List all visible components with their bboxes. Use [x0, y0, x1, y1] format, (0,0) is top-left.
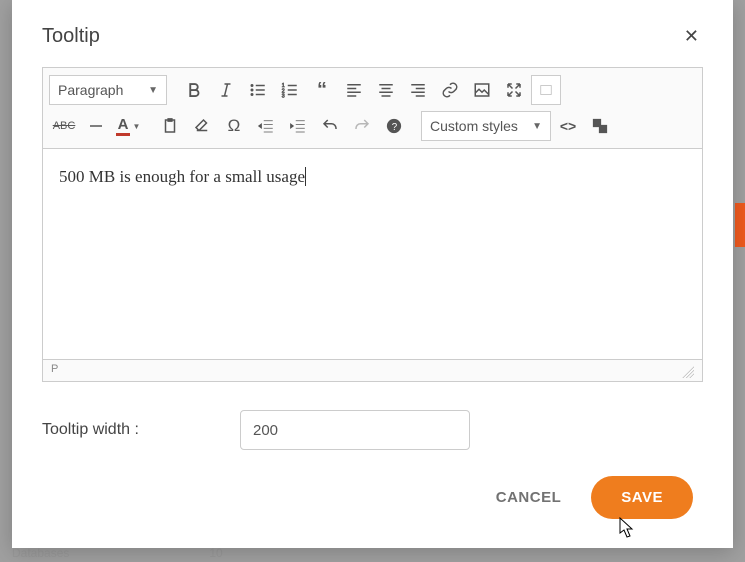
expand-icon	[505, 81, 523, 99]
close-icon: ✕	[684, 26, 699, 46]
omega-icon: Ω	[228, 116, 241, 136]
modal-body: Paragraph ▼ 123	[12, 67, 733, 450]
italic-button[interactable]	[211, 75, 241, 105]
align-left-button[interactable]	[339, 75, 369, 105]
unordered-list-button[interactable]	[243, 75, 273, 105]
editor-text: 500 MB is enough for a small usage	[59, 167, 305, 186]
source-button[interactable]: <>	[553, 111, 583, 141]
list-ol-icon: 123	[281, 81, 299, 99]
translate-button[interactable]	[585, 111, 615, 141]
image-icon	[473, 81, 491, 99]
redo-icon	[353, 117, 371, 135]
background-accent	[735, 203, 745, 247]
tooltip-width-input[interactable]	[240, 410, 470, 450]
hr-icon	[87, 117, 105, 135]
eraser-icon	[193, 117, 211, 135]
translate-icon	[591, 117, 609, 135]
close-button[interactable]: ✕	[680, 22, 703, 51]
outdent-button[interactable]	[251, 111, 281, 141]
chevron-down-icon: ▼	[532, 121, 542, 132]
chevron-down-icon: ▼	[132, 122, 140, 131]
list-ul-icon	[249, 81, 267, 99]
tooltip-width-label: Tooltip width :	[42, 421, 240, 439]
svg-text:?: ?	[392, 122, 398, 133]
format-select-label: Paragraph	[58, 82, 123, 98]
link-button[interactable]	[435, 75, 465, 105]
align-right-icon	[409, 81, 427, 99]
cancel-button[interactable]: CANCEL	[496, 489, 562, 506]
align-left-icon	[345, 81, 363, 99]
bold-icon	[185, 81, 203, 99]
strikethrough-button[interactable]: ABC	[49, 111, 79, 141]
background-row: Databases 10	[12, 546, 223, 560]
undo-button[interactable]	[315, 111, 345, 141]
save-button[interactable]: SAVE	[591, 476, 693, 519]
text-cursor	[305, 167, 306, 186]
tooltip-width-row: Tooltip width :	[42, 382, 703, 450]
styles-select[interactable]: Custom styles ▼	[421, 111, 551, 141]
indent-button[interactable]	[283, 111, 313, 141]
format-select[interactable]: Paragraph ▼	[49, 75, 167, 105]
indent-icon	[289, 117, 307, 135]
show-blocks-button[interactable]	[531, 75, 561, 105]
code-icon: <>	[560, 118, 576, 134]
svg-text:3: 3	[282, 94, 285, 100]
resize-handle[interactable]	[682, 366, 694, 378]
editor-content-area[interactable]: 500 MB is enough for a small usage	[43, 149, 702, 359]
styles-select-label: Custom styles	[430, 118, 518, 134]
paste-button[interactable]	[155, 111, 185, 141]
editor-toolbar: Paragraph ▼ 123	[43, 68, 702, 149]
horizontal-rule-button[interactable]	[81, 111, 111, 141]
image-button[interactable]	[467, 75, 497, 105]
mouse-pointer-icon	[617, 517, 635, 544]
chevron-down-icon: ▼	[148, 85, 158, 96]
undo-icon	[321, 117, 339, 135]
text-color-button[interactable]: A ▼	[113, 111, 143, 141]
align-center-button[interactable]	[371, 75, 401, 105]
outdent-icon	[257, 117, 275, 135]
ordered-list-button[interactable]: 123	[275, 75, 305, 105]
toolbar-row-2: ABC A ▼	[47, 108, 698, 144]
link-icon	[441, 81, 459, 99]
modal-title: Tooltip	[42, 25, 100, 48]
modal-header: Tooltip ✕	[12, 0, 733, 67]
help-button[interactable]: ?	[379, 111, 409, 141]
toolbar-row-1: Paragraph ▼ 123	[47, 72, 698, 108]
background-value: 10	[209, 546, 222, 560]
strikethrough-icon: ABC	[53, 120, 76, 132]
modal-footer: CANCEL SAVE	[12, 450, 733, 519]
editor-status-bar: P	[43, 359, 702, 381]
blocks-icon	[537, 81, 555, 99]
blockquote-button[interactable]: “	[307, 75, 337, 105]
clipboard-icon	[161, 117, 179, 135]
help-icon: ?	[385, 117, 403, 135]
bold-button[interactable]	[179, 75, 209, 105]
quote-icon: “	[317, 79, 327, 102]
align-right-button[interactable]	[403, 75, 433, 105]
redo-button[interactable]	[347, 111, 377, 141]
element-path: P	[51, 363, 58, 378]
text-color-icon: A	[116, 116, 131, 136]
remove-format-button[interactable]	[187, 111, 217, 141]
fullscreen-button[interactable]	[499, 75, 529, 105]
special-char-button[interactable]: Ω	[219, 111, 249, 141]
align-center-icon	[377, 81, 395, 99]
italic-icon	[217, 81, 235, 99]
rich-text-editor: Paragraph ▼ 123	[42, 67, 703, 382]
tooltip-modal: Tooltip ✕ Paragraph ▼	[12, 0, 733, 548]
background-label: Databases	[12, 546, 69, 560]
